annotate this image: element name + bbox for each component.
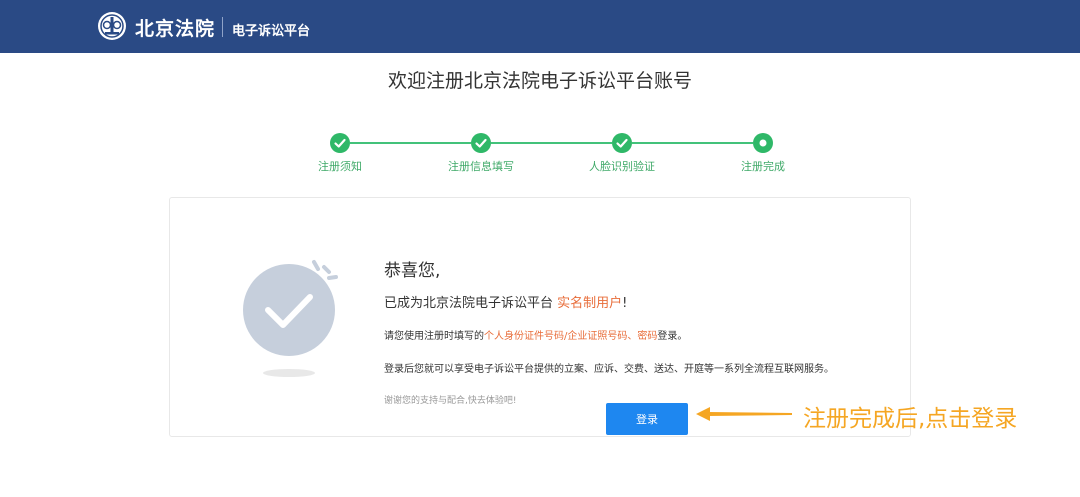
annotation-arrow-icon (696, 407, 792, 421)
registration-steps: 注册须知 注册信息填写 人脸识别验证 注册完成 (0, 0, 1080, 190)
congrats-heading: 恭喜您, (384, 261, 441, 281)
step-label: 注册信息填写 (448, 160, 514, 173)
step-dot-check-icon (471, 133, 491, 153)
success-check-illustration-icon (243, 260, 338, 377)
annotation-text: 注册完成后,点击登录 (803, 406, 1018, 432)
thanks-note: 谢谢您的支持与配合,快去体验吧! (384, 396, 517, 406)
step-label: 注册须知 (318, 160, 362, 173)
login-instruction: 请您使用注册时填写的个人身份证件号码/企业证照号码、密码登录。 (384, 331, 688, 342)
step-connector (491, 142, 612, 144)
step-dot-current-icon (753, 133, 773, 153)
step-label: 注册完成 (741, 160, 785, 173)
step-connector (632, 142, 753, 144)
service-description: 登录后您就可以享受电子诉讼平台提供的立案、应诉、交费、送达、开庭等一系列全流程互… (384, 364, 834, 375)
real-name-user-message: 已成为北京法院电子诉讼平台 实名制用户! (384, 296, 628, 311)
step-connector (350, 142, 471, 144)
step-label: 人脸识别验证 (589, 160, 655, 173)
step-dot-check-icon (330, 133, 350, 153)
step-dot-check-icon (612, 133, 632, 153)
login-button[interactable]: 登录 (606, 403, 688, 435)
